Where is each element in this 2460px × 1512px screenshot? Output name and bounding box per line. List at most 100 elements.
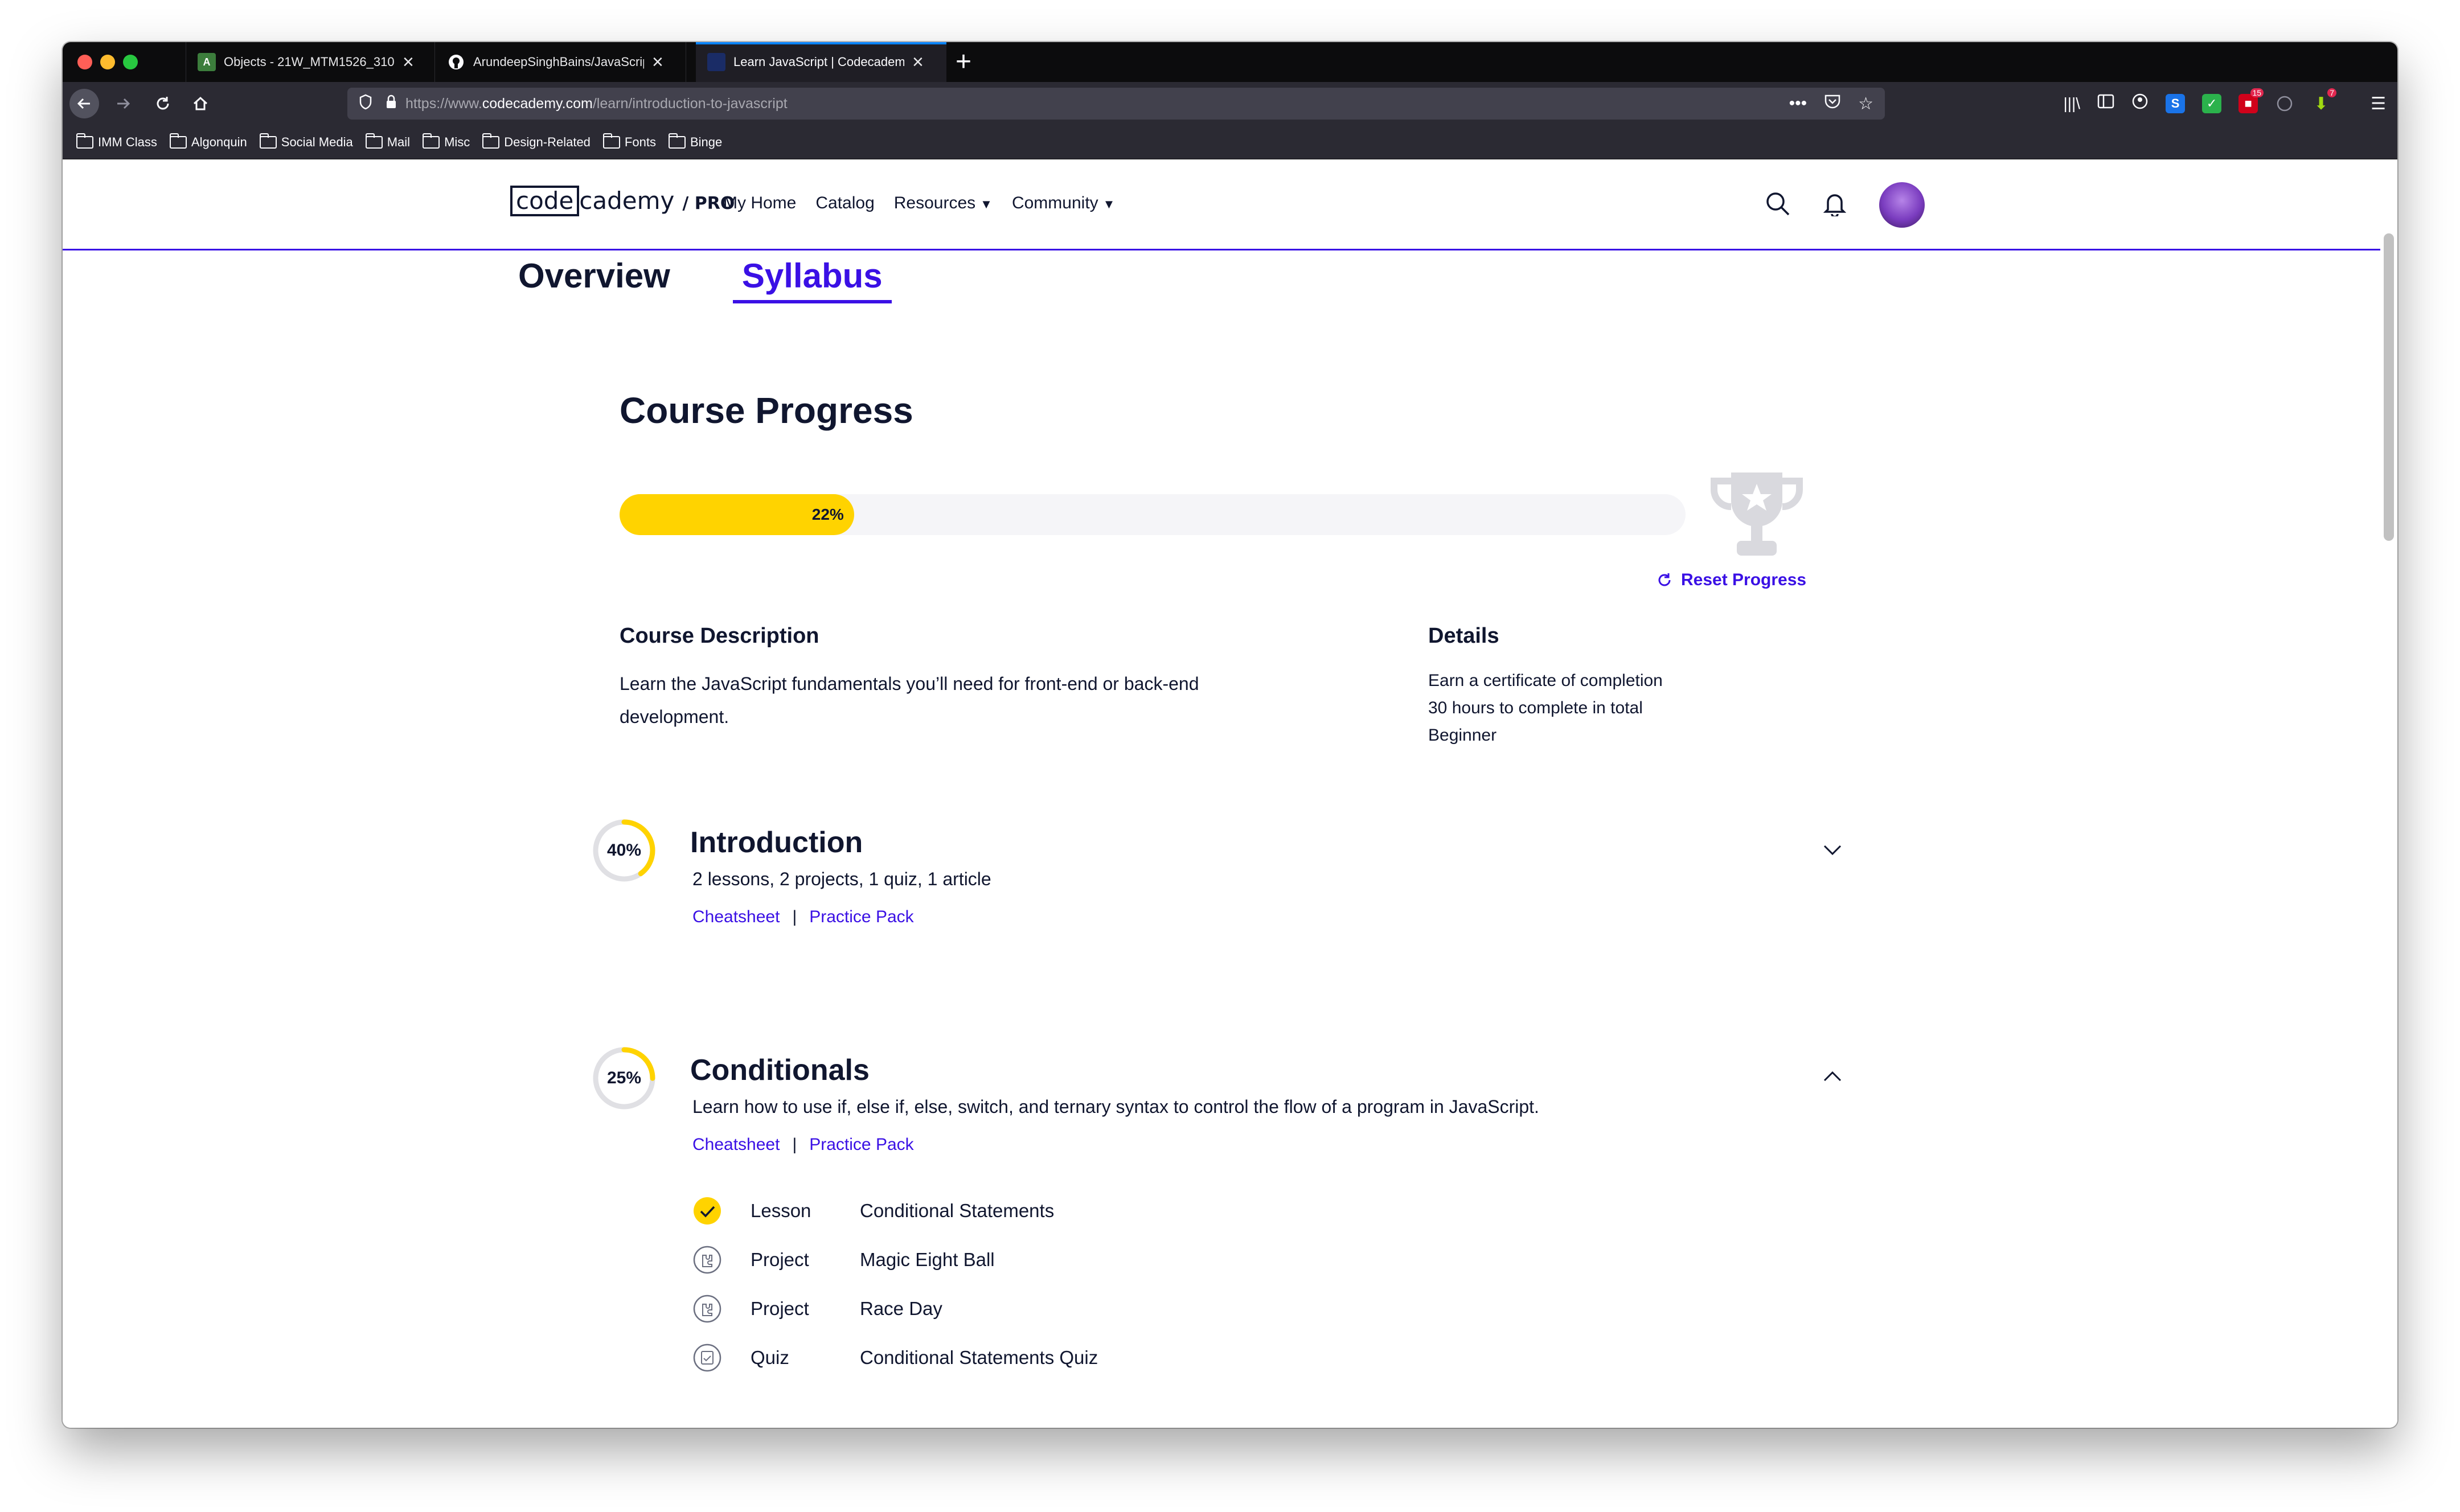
sidebar-icon[interactable] xyxy=(2097,94,2114,113)
bookmark-folder[interactable]: Misc xyxy=(423,133,470,150)
extension-s-icon[interactable]: S xyxy=(2166,94,2186,113)
shield-icon[interactable] xyxy=(359,94,372,114)
practice-pack-link[interactable]: Practice Pack xyxy=(809,907,913,926)
new-tab-button[interactable]: + xyxy=(956,48,971,76)
caret-down-icon: ▼ xyxy=(1102,197,1116,211)
extension-badge: 7 xyxy=(2327,88,2337,97)
bookmark-label: Design-Related xyxy=(504,134,591,149)
nav-my-home[interactable]: My Home xyxy=(723,194,796,213)
nav-catalog[interactable]: Catalog xyxy=(815,194,874,213)
account-icon[interactable] xyxy=(2131,93,2149,114)
reset-progress-button[interactable]: Reset Progress xyxy=(1656,570,1806,590)
home-button[interactable] xyxy=(186,89,215,118)
logo-cademy: cademy xyxy=(579,187,675,215)
browser-tab-active[interactable]: Learn JavaScript | Codecademy × xyxy=(696,42,946,82)
folder-icon xyxy=(169,133,187,149)
nav-community[interactable]: Community ▼ xyxy=(1012,194,1115,213)
bookmark-label: Social Media xyxy=(281,134,353,149)
cheatsheet-link[interactable]: Cheatsheet xyxy=(692,1135,780,1154)
bookmark-folder[interactable]: Fonts xyxy=(602,133,656,150)
project-icon xyxy=(693,1246,721,1274)
link-separator: | xyxy=(792,907,797,926)
module-title[interactable]: Conditionals xyxy=(690,1053,870,1087)
browser-window: A Objects - 21W_MTM1526_310 C × Arundeep… xyxy=(63,42,2397,1428)
avatar[interactable] xyxy=(1879,182,1925,228)
url-bar[interactable]: https://www.codecademy.com/learn/introdu… xyxy=(347,88,1885,120)
details-line: Earn a certificate of completion xyxy=(1428,671,1663,690)
cheatsheet-link[interactable]: Cheatsheet xyxy=(692,907,780,926)
bookmark-label: Binge xyxy=(690,134,723,149)
bookmark-label: IMM Class xyxy=(98,134,157,149)
url-path: /learn/introduction-to-javascript xyxy=(592,95,788,112)
practice-pack-link[interactable]: Practice Pack xyxy=(809,1135,913,1154)
item-type: Quiz xyxy=(751,1347,789,1368)
module-introduction: 40% Introduction 2 lessons, 2 projects, … xyxy=(591,817,1844,965)
extension-download-icon[interactable]: ⬇ 7 xyxy=(2311,88,2337,113)
tab-title: Objects - 21W_MTM1526_310 C xyxy=(224,55,395,69)
list-item[interactable]: Lesson Conditional Statements xyxy=(692,1186,1098,1235)
close-window-button[interactable] xyxy=(77,55,92,69)
tab-title: Learn JavaScript | Codecademy xyxy=(733,55,904,69)
page-scrollbar[interactable] xyxy=(2384,233,2394,541)
module-percent: 25% xyxy=(606,1069,642,1087)
url-text: https://www.codecademy.com/learn/introdu… xyxy=(405,96,788,112)
folder-icon xyxy=(482,133,500,149)
more-actions-icon[interactable]: ••• xyxy=(1789,94,1807,113)
tab-syllabus[interactable]: Syllabus xyxy=(732,256,892,303)
back-button[interactable] xyxy=(69,89,99,118)
bookmark-folder[interactable]: Binge xyxy=(668,133,723,150)
lock-icon[interactable] xyxy=(385,94,397,113)
menu-hamburger-icon[interactable]: ☰ xyxy=(2371,94,2386,114)
browser-tab[interactable]: A Objects - 21W_MTM1526_310 C × xyxy=(186,42,435,82)
folder-icon xyxy=(365,133,383,149)
folder-icon xyxy=(76,133,93,149)
tab-overview[interactable]: Overview xyxy=(518,256,670,303)
folder-icon xyxy=(668,133,686,149)
item-name: Magic Eight Ball xyxy=(860,1249,995,1270)
chevron-up-icon[interactable] xyxy=(1821,1066,1844,1088)
bell-icon[interactable] xyxy=(1823,191,1847,219)
browser-tab[interactable]: ArundeepSinghBains/JavaScrip × xyxy=(436,42,686,82)
codecademy-logo[interactable]: code cademy / PRO xyxy=(510,186,735,216)
progress-label: 22% xyxy=(811,506,844,523)
pocket-icon[interactable] xyxy=(1824,93,1841,114)
module-links: Cheatsheet | Practice Pack xyxy=(692,1135,914,1154)
list-item[interactable]: Quiz Conditional Statements Quiz xyxy=(692,1333,1098,1382)
library-icon[interactable]: |||\ xyxy=(2063,94,2080,113)
folder-icon xyxy=(423,133,440,149)
item-type: Project xyxy=(751,1249,809,1270)
bookmark-folder[interactable]: IMM Class xyxy=(76,133,157,150)
url-prefix: https://www. xyxy=(405,95,482,112)
module-title[interactable]: Introduction xyxy=(690,825,863,860)
nav-resources[interactable]: Resources ▼ xyxy=(894,194,993,213)
bookmark-folder[interactable]: Social Media xyxy=(259,133,353,150)
extension-github-icon[interactable] xyxy=(2275,94,2294,113)
search-icon[interactable] xyxy=(1765,191,1790,219)
bookmarks-bar: IMM Class Algonquin Social Media Mail Mi… xyxy=(63,125,2397,159)
zoom-window-button[interactable] xyxy=(123,55,138,69)
trophy-icon xyxy=(1703,467,1811,566)
item-type: Project xyxy=(751,1298,809,1319)
progress-bar: 22% xyxy=(620,494,1686,535)
close-tab-icon[interactable]: × xyxy=(403,52,414,72)
minimize-window-button[interactable] xyxy=(100,55,115,69)
site-nav: My Home Catalog Resources ▼ Community ▼ xyxy=(723,194,1115,213)
page-content: code cademy / PRO My Home Catalog Resour… xyxy=(63,159,2397,1428)
chevron-down-icon[interactable] xyxy=(1821,838,1844,861)
list-item[interactable]: Project Race Day xyxy=(692,1284,1098,1333)
bookmark-folder[interactable]: Design-Related xyxy=(482,133,591,150)
reload-button[interactable] xyxy=(148,89,178,118)
bookmark-folder[interactable]: Algonquin xyxy=(169,133,247,150)
check-complete-icon xyxy=(694,1197,721,1225)
project-icon xyxy=(693,1295,721,1323)
bookmark-folder[interactable]: Mail xyxy=(365,133,410,150)
module-subtitle: Learn how to use if, else if, else, swit… xyxy=(692,1096,1539,1117)
list-item[interactable]: Project Magic Eight Ball xyxy=(692,1235,1098,1284)
close-tab-icon[interactable]: × xyxy=(652,52,663,72)
forward-button[interactable] xyxy=(108,89,138,118)
extension-check-icon[interactable]: ✓ xyxy=(2202,94,2222,113)
extension-red-icon[interactable]: ■ 15 xyxy=(2238,88,2264,113)
bookmark-star-icon[interactable]: ☆ xyxy=(1858,94,1873,114)
close-tab-icon[interactable]: × xyxy=(912,52,924,72)
algonquin-icon: A xyxy=(198,53,216,71)
